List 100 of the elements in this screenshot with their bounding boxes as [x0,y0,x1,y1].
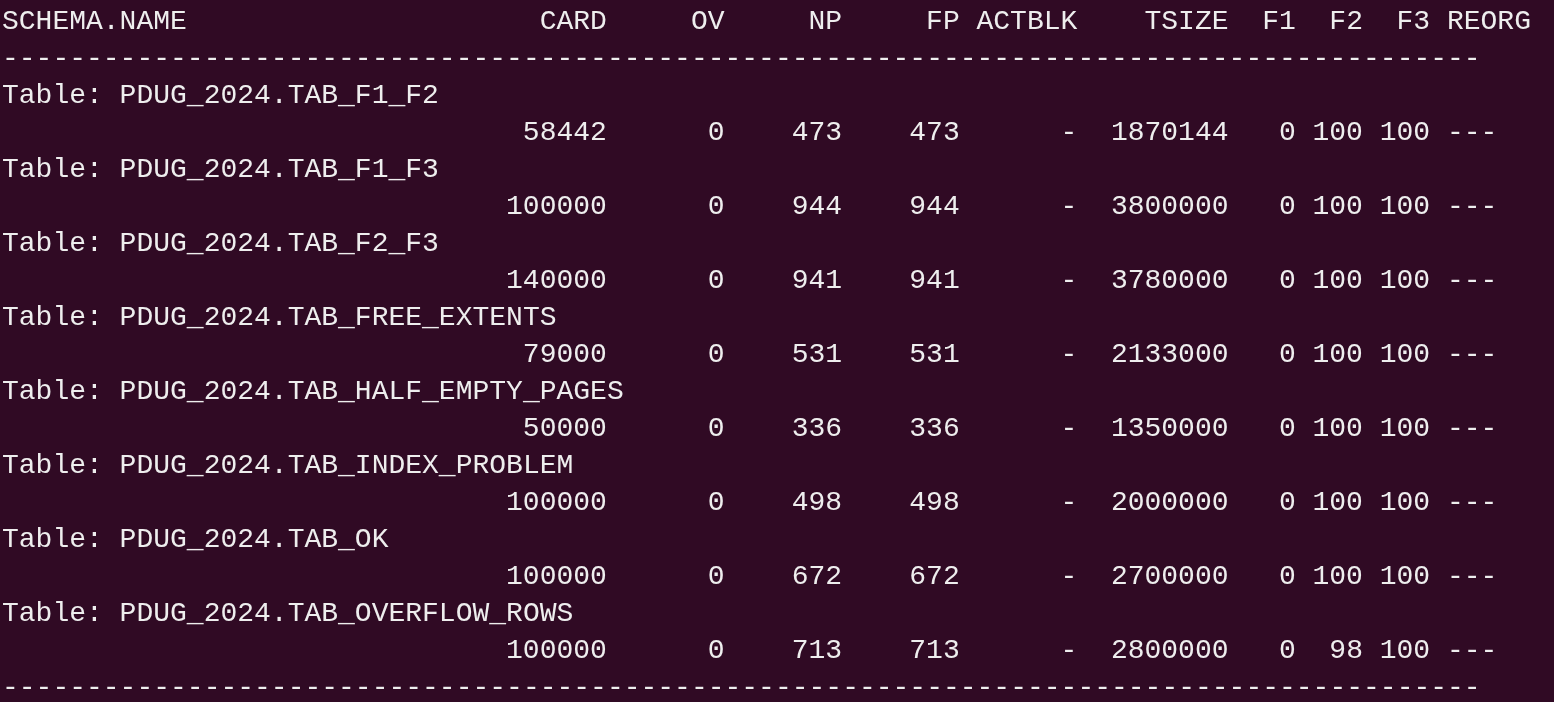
table-cell-text: - [1060,264,1078,298]
table-cell-text: 100 [1312,190,1363,224]
column-header: REORG [1446,5,1531,39]
table-cell-text: --- [1446,560,1498,594]
table-cell-text: 0 [1278,116,1296,150]
table-cell-text: 100 [1379,116,1431,150]
table-cell-text: 0 [707,486,725,520]
table-cell-text: 100 [1312,486,1363,520]
table-cell-text: - [1060,634,1078,668]
table-cell-text: 100 [1379,486,1431,520]
table-name: Table: PDUG_2024.TAB_OVERFLOW_ROWS [2,598,574,629]
table-cell-text: 98 [1329,634,1363,668]
table-cell-text: 531 [909,338,960,372]
table-cell-text: - [1060,190,1078,224]
table-cell-text: 100 [1312,560,1363,594]
column-header: F1 [1262,5,1296,39]
table-cell-text: 498 [791,486,843,520]
table-cell-text: 672 [791,560,843,594]
table-cell-text: 100000 [506,190,607,224]
table-cell-text: 0 [707,116,725,150]
column-header: NP [808,5,843,39]
table-cell-text: 0 [1278,338,1296,372]
column-header: SCHEMA.NAME [2,5,187,39]
table-cell-text: --- [1446,412,1498,446]
table-cell-text: 100 [1312,116,1363,150]
table-cell-text: 713 [909,634,960,668]
table-cell-text: 941 [791,264,843,298]
table-cell-text: 100 [1379,560,1431,594]
separator-line: ---------------------------------------------------------------------------------------- [2,43,1481,74]
table-cell-text: 0 [707,412,725,446]
table-cell-text: 140000 [506,264,607,298]
table-cell-text: --- [1446,264,1498,298]
column-header: F2 [1329,5,1363,39]
table-cell-text: 336 [909,412,960,446]
table-name: Table: PDUG_2024.TAB_OK [2,524,389,555]
table-cell-text: --- [1446,634,1498,668]
table-cell-text: 100 [1312,412,1363,446]
table-cell-text: 498 [909,486,960,520]
table-cell-text: 713 [791,634,843,668]
table-cell-text: - [1060,486,1078,520]
column-header: ACTBLK [976,5,1078,39]
table-cell-text: 2800000 [1110,634,1229,668]
table-cell-text: 944 [909,190,960,224]
table-cell-text: 3800000 [1110,190,1229,224]
table-cell-text: 100000 [506,634,607,668]
table-cell-text: 100 [1312,338,1363,372]
table-cell-text: 0 [707,560,725,594]
table-name: Table: PDUG_2024.TAB_F2_F3 [2,228,439,259]
table-cell-text: 0 [707,264,725,298]
column-header: OV [690,5,725,39]
table-cell-text: 79000 [522,338,607,372]
table-cell-text: 531 [791,338,843,372]
table-cell-text: 3780000 [1110,264,1229,298]
table-cell-text: 0 [707,338,725,372]
table-cell-text: 0 [707,634,725,668]
table-cell-text: 100 [1379,338,1431,372]
table-cell-text: 336 [791,412,843,446]
table-cell-text: 100000 [506,486,607,520]
table-cell-text: 0 [1278,412,1296,446]
table-name: Table: PDUG_2024.TAB_F1_F3 [2,154,439,185]
table-cell-text: - [1060,338,1078,372]
table-cell-text: 0 [707,190,725,224]
table-cell-text: 2700000 [1110,560,1229,594]
table-cell-text: 100 [1379,190,1431,224]
table-cell-text: 944 [791,190,843,224]
table-cell-text: - [1060,412,1078,446]
table-cell-text: --- [1446,116,1498,150]
table-name: Table: PDUG_2024.TAB_F1_F2 [2,80,439,111]
table-cell-text: 100 [1379,264,1431,298]
column-header: FP [926,5,960,39]
column-header: CARD [539,5,607,39]
table-cell-text: 100 [1379,634,1431,668]
table-name: Table: PDUG_2024.TAB_HALF_EMPTY_PAGES [2,376,624,407]
table-name: Table: PDUG_2024.TAB_INDEX_PROBLEM [2,450,574,481]
table-cell-text: --- [1446,486,1498,520]
separator-line: ---------------------------------------------------------------------------------------- [2,672,1481,702]
table-cell-text: 100 [1379,412,1431,446]
table-cell-text: 1350000 [1110,412,1229,446]
table-cell-text: 58442 [522,116,607,150]
table-cell-text: 473 [791,116,843,150]
table-cell-text: 100000 [506,560,607,594]
table-cell-text: 0 [1278,190,1296,224]
table-cell-text: 2000000 [1110,486,1229,520]
table-cell-text: 0 [1278,634,1296,668]
table-cell-text: 0 [1278,264,1296,298]
table-cell-text: 0 [1278,486,1296,520]
column-header: F3 [1396,5,1431,39]
table-cell-text: 1870144 [1110,116,1229,150]
table-cell-text: --- [1446,190,1498,224]
table-cell-text: - [1060,116,1078,150]
table-cell-text: - [1060,560,1078,594]
table-cell-text: 2133000 [1110,338,1229,372]
table-cell-text: 50000 [522,412,607,446]
table-name: Table: PDUG_2024.TAB_FREE_EXTENTS [2,302,557,333]
table-cell-text: 473 [909,116,960,150]
table-cell-text: 0 [1278,560,1296,594]
table-cell-text: 941 [909,264,960,298]
table-cell-text: 672 [909,560,960,594]
table-cell-text: 100 [1312,264,1363,298]
column-header: TSIZE [1144,5,1229,39]
